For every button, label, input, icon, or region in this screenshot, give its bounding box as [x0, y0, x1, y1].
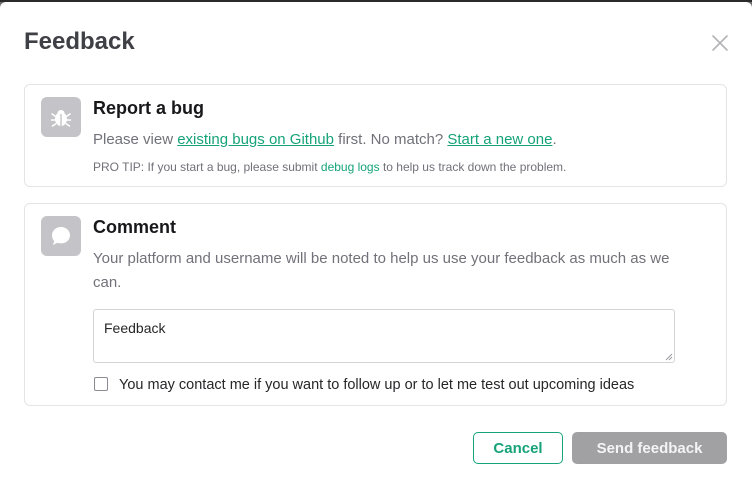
bug-icon [41, 97, 81, 137]
start-new-bug-link[interactable]: Start a new one [447, 131, 552, 148]
comment-description: Your platform and username will be noted… [93, 250, 670, 291]
send-feedback-button[interactable]: Send feedback [572, 432, 727, 464]
bug-instructions: Please view existing bugs on Github firs… [93, 130, 557, 150]
report-bug-card: Report a bug Please view existing bugs o… [24, 84, 727, 187]
debug-logs-link[interactable]: debug logs [321, 160, 380, 174]
cancel-button[interactable]: Cancel [473, 432, 563, 464]
protip-text-before: PRO TIP: If you start a bug, please subm… [93, 160, 321, 174]
protip-text-after: to help us track down the problem. [379, 160, 567, 174]
comment-card: Comment Your platform and username will … [24, 203, 727, 406]
contact-checkbox-label[interactable]: You may contact me if you want to follow… [119, 375, 634, 395]
speech-bubble-icon [41, 216, 81, 256]
contact-checkbox[interactable] [94, 377, 108, 391]
resize-grip-icon[interactable] [665, 353, 673, 361]
feedback-dialog: Feedback Report a bug Please view existi… [0, 2, 752, 486]
dialog-title: Feedback [24, 28, 135, 55]
bug-text-before: Please view [93, 131, 178, 148]
bug-text-after: . [552, 131, 557, 148]
feedback-textarea[interactable] [93, 309, 675, 363]
existing-bugs-link[interactable]: existing bugs on Github [177, 131, 334, 148]
bug-text-middle: first. No match? [334, 131, 448, 148]
report-bug-title: Report a bug [93, 98, 204, 118]
close-icon[interactable] [710, 33, 730, 53]
comment-title: Comment [93, 217, 177, 237]
pro-tip: PRO TIP: If you start a bug, please subm… [93, 159, 566, 175]
